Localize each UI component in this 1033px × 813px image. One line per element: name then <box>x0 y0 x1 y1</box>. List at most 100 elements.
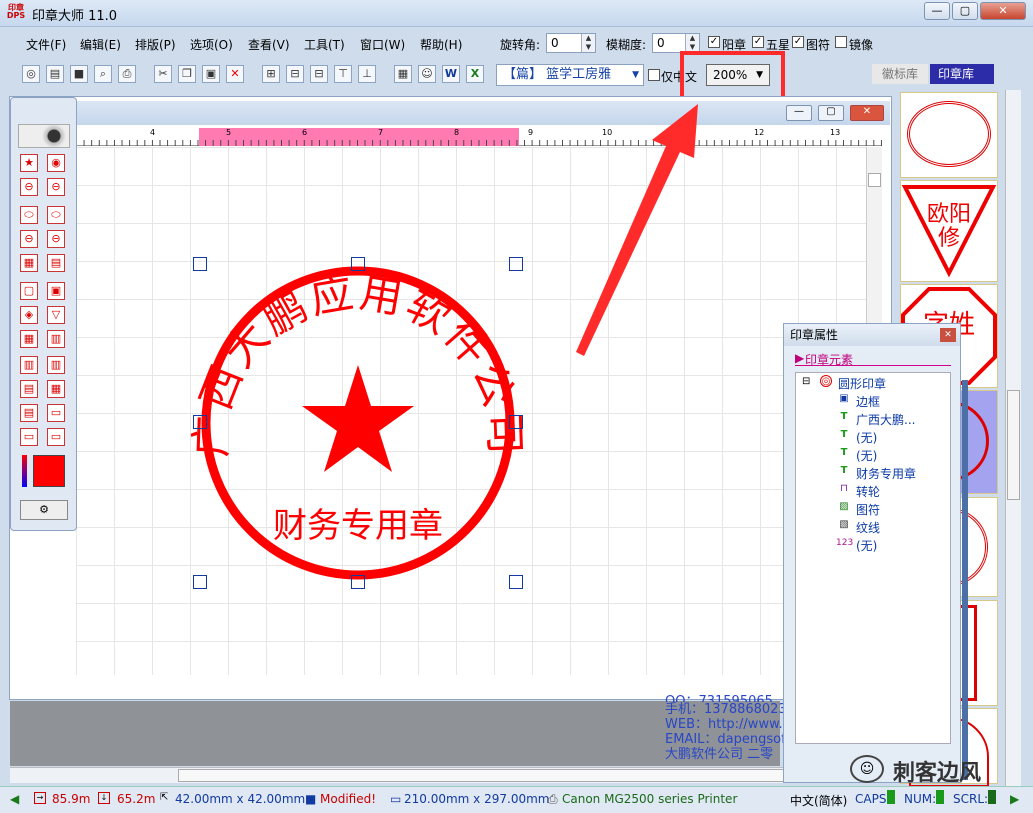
selection-handle[interactable] <box>351 257 365 271</box>
symbol-checkbox[interactable]: ✓ <box>792 36 804 48</box>
selection-handle[interactable] <box>509 575 523 589</box>
minimize-button[interactable]: — <box>924 2 950 20</box>
align-top-icon[interactable]: ⊤ <box>334 65 352 83</box>
tree-item-rotate[interactable]: 转轮 <box>856 483 880 500</box>
menu-file[interactable]: 文件(F) <box>26 36 66 53</box>
horizontal-scrollbar[interactable] <box>10 767 890 783</box>
menu-options[interactable]: 选项(O) <box>190 36 233 53</box>
image-icon[interactable]: ▦ <box>394 65 412 83</box>
star-checkbox[interactable]: ✓ <box>752 36 764 48</box>
square-tool-icon[interactable]: ▣ <box>47 282 65 300</box>
circle-tool-icon[interactable]: ⊖ <box>47 178 65 196</box>
square-tool-icon[interactable]: ▥ <box>47 356 65 374</box>
grid-tool-icon[interactable]: ▤ <box>47 254 65 272</box>
scroll-right-icon[interactable]: ▶ <box>1010 792 1019 806</box>
tree-item-text[interactable]: (无) <box>856 429 877 446</box>
rotate-spinner[interactable]: ▲ ▼ <box>581 34 595 52</box>
library-seal-item[interactable] <box>900 92 998 178</box>
square-tool-icon[interactable]: ▤ <box>20 404 38 422</box>
cut-icon[interactable]: ✂ <box>154 65 172 83</box>
doc-close-button[interactable]: ✕ <box>850 105 884 121</box>
only-chinese-checkbox[interactable] <box>648 69 660 81</box>
square-tool-icon[interactable]: ▥ <box>20 356 38 374</box>
library-seal-item[interactable]: 欧阳修 <box>900 180 998 282</box>
excel-icon[interactable]: X <box>466 65 484 83</box>
collapse-icon[interactable]: ⊟ <box>802 376 810 387</box>
seal-graphic[interactable]: 广西大鹏应用软件公司 财务专用章 <box>190 255 526 591</box>
doc-maximize-button[interactable]: ▢ <box>818 105 844 121</box>
rect-tool-icon[interactable]: ▭ <box>47 428 65 446</box>
oval-tool-icon[interactable]: ⊖ <box>20 230 38 248</box>
preview-icon[interactable]: ⌕ <box>94 65 112 83</box>
square-tool-icon[interactable]: ▦ <box>20 330 38 348</box>
selection-handle[interactable] <box>509 415 523 429</box>
open-icon[interactable]: ▤ <box>46 65 64 83</box>
close-button[interactable]: ✕ <box>980 2 1026 20</box>
diamond-tool-icon[interactable]: ◈ <box>20 306 38 324</box>
color-gradient-bar[interactable] <box>22 455 27 487</box>
align-bottom-icon[interactable]: ⊥ <box>358 65 376 83</box>
menu-window[interactable]: 窗口(W) <box>360 36 405 53</box>
eye-icon[interactable] <box>18 124 70 148</box>
menu-view[interactable]: 查看(V) <box>248 36 290 53</box>
square-tool-icon[interactable]: ▥ <box>47 330 65 348</box>
maximize-button[interactable]: ▢ <box>952 2 978 20</box>
doc-minimize-button[interactable]: — <box>786 105 812 121</box>
selection-handle[interactable] <box>351 575 365 589</box>
delete-icon[interactable]: ✕ <box>226 65 244 83</box>
tab-emblem[interactable]: 徽标库 <box>872 64 928 84</box>
selection-handle[interactable] <box>193 415 207 429</box>
tree-item-circle-seal[interactable]: 圆形印章 <box>838 375 886 392</box>
tab-seal[interactable]: 印章库 <box>930 64 994 84</box>
square-tool-icon[interactable]: ▦ <box>47 380 65 398</box>
circle-seal-tool-icon[interactable]: ◉ <box>47 154 65 172</box>
mirror-checkbox[interactable] <box>835 36 847 48</box>
tree-item-border[interactable]: 边框 <box>856 393 880 410</box>
new-icon[interactable]: ◎ <box>22 65 40 83</box>
menu-tools[interactable]: 工具(T) <box>304 36 345 53</box>
square-tool-icon[interactable]: ▢ <box>20 282 38 300</box>
word-icon[interactable]: W <box>442 65 460 83</box>
tree-item-text[interactable]: 财务专用章 <box>856 465 916 482</box>
align-right-icon[interactable]: ⊟ <box>310 65 328 83</box>
selection-handle[interactable] <box>193 575 207 589</box>
square-tool-icon[interactable]: ▤ <box>20 380 38 398</box>
menu-help[interactable]: 帮助(H) <box>420 36 462 53</box>
copy-icon[interactable]: ❐ <box>178 65 196 83</box>
selection-handle[interactable] <box>193 257 207 271</box>
align-left-icon[interactable]: ⊟ <box>286 65 304 83</box>
triangle-tool-icon[interactable]: ▽ <box>47 306 65 324</box>
tree-item-text[interactable]: 广西大鹏... <box>856 411 915 428</box>
oval-tool-icon[interactable]: ⬭ <box>20 206 38 224</box>
yang-checkbox[interactable]: ✓ <box>708 36 720 48</box>
tree-item-text[interactable]: (无) <box>856 447 877 464</box>
blur-spinner[interactable]: ▲ ▼ <box>685 34 699 52</box>
rect-tool-icon[interactable]: ▭ <box>47 404 65 422</box>
user-icon[interactable]: ☺ <box>418 65 436 83</box>
font-select[interactable]: 【篇】 篮学工房雅 ▼ <box>496 64 644 86</box>
oval-tool-icon[interactable]: ⬭ <box>47 206 65 224</box>
scroll-left-icon[interactable]: ◀ <box>10 792 19 806</box>
blur-input[interactable]: 0 ▲ ▼ <box>652 33 700 53</box>
align-center-icon[interactable]: ⊞ <box>262 65 280 83</box>
star-seal-tool-icon[interactable]: ★ <box>20 154 38 172</box>
rect-tool-icon[interactable]: ▭ <box>20 428 38 446</box>
circle-tool-icon[interactable]: ⊖ <box>20 178 38 196</box>
settings-tool-icon[interactable]: ⚙ <box>20 500 68 520</box>
grid-tool-icon[interactable]: ▦ <box>20 254 38 272</box>
selection-handle[interactable] <box>509 257 523 271</box>
tree-item-number[interactable]: (无) <box>856 537 877 554</box>
color-swatch[interactable] <box>33 455 65 487</box>
menu-layout[interactable]: 排版(P) <box>135 36 176 53</box>
library-scrollbar[interactable] <box>1005 90 1021 786</box>
tree-item-symbol[interactable]: 图符 <box>856 501 880 518</box>
menu-edit[interactable]: 编辑(E) <box>80 36 121 53</box>
oval-tool-icon[interactable]: ⊖ <box>47 230 65 248</box>
print-icon[interactable]: ⎙ <box>118 65 136 83</box>
save-icon[interactable]: ■ <box>70 65 88 83</box>
rotate-input[interactable]: 0 ▲ ▼ <box>546 33 596 53</box>
panel-splitter[interactable] <box>962 380 968 780</box>
paste-icon[interactable]: ▣ <box>202 65 220 83</box>
tree-item-pattern[interactable]: 纹线 <box>856 519 880 536</box>
panel-close-button[interactable]: ✕ <box>940 328 956 342</box>
